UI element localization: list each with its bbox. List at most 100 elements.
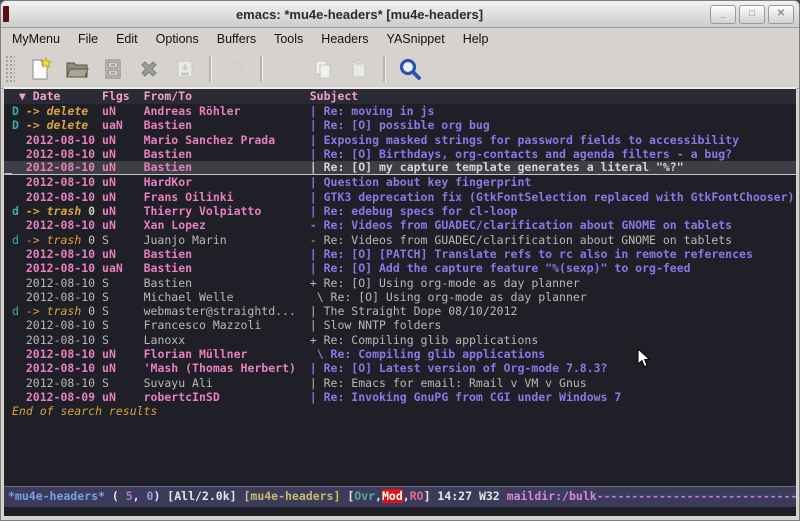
mark-flag — [12, 347, 26, 361]
message-date: 2012-08-10 — [26, 290, 95, 304]
modeline-maildir: maildir:/bulk — [507, 489, 597, 503]
toolbar-grip-handle[interactable] — [5, 55, 15, 83]
message-from: Juanjo Marin — [144, 233, 310, 247]
copy-button[interactable] — [305, 53, 341, 85]
message-date: 2012-08-10 — [26, 190, 95, 204]
modeline-comma-3: , — [403, 489, 410, 503]
message-row[interactable]: 2012-08-10 uN Frans Oilinki | GTK3 depre… — [4, 190, 796, 204]
message-row[interactable]: 2012-08-09 uN robertcInSD | Re: Invoking… — [4, 390, 796, 404]
mark-flag: d — [12, 233, 26, 247]
message-from: Bastien — [144, 276, 310, 290]
minimize-button[interactable]: _ — [710, 5, 736, 24]
message-date: 2012-08-10 — [26, 318, 95, 332]
undo-icon — [224, 57, 248, 81]
menu-item-options[interactable]: Options — [147, 30, 208, 48]
mu4e-headers-buffer[interactable]: ▼ Date Flgs From/To Subject D -> delete … — [4, 87, 796, 516]
message-date: 2012-08-10 — [26, 160, 95, 174]
message-row[interactable]: 2012-08-10 uaN Bastien | Re: [O] Add the… — [4, 261, 796, 275]
message-row[interactable]: 2012-08-10 uN HardKor | Question about k… — [4, 175, 796, 189]
window-controls: _ □ ✕ — [710, 5, 794, 24]
menu-item-buffers[interactable]: Buffers — [208, 30, 265, 48]
message-subject: | GTK3 deprecation fix (GtkFontSelection… — [310, 190, 795, 204]
message-row[interactable]: 2012-08-10 uN Florian Müllner \ Re: Comp… — [4, 347, 796, 361]
new-file-icon — [29, 57, 53, 81]
message-flags: uN — [102, 175, 144, 189]
message-row[interactable]: 2012-08-10 S Francesco Mazzoli | Slow NN… — [4, 318, 796, 332]
message-date: 2012-08-10 — [26, 247, 95, 261]
message-row[interactable]: 2012-08-10 uN 'Mash (Thomas Herbert) | R… — [4, 361, 796, 375]
message-from: Bastien — [144, 247, 310, 261]
mark-count — [95, 133, 102, 147]
menu-item-edit[interactable]: Edit — [107, 30, 147, 48]
kill-buffer-button[interactable] — [131, 53, 167, 85]
message-row[interactable]: d -> trash 0 S Juanjo Marin - Re: Videos… — [4, 233, 796, 247]
message-row[interactable]: 2012-08-10 S Bastien + Re: [O] Using org… — [4, 276, 796, 290]
modeline-open-bracket: [ — [340, 489, 354, 503]
open-file-button[interactable] — [59, 53, 95, 85]
mark-flag — [12, 147, 26, 161]
message-row[interactable]: 2012-08-10 uN Bastien | Re: [O] Birthday… — [4, 147, 796, 161]
message-subject: \ Re: Compiling glib applications — [310, 347, 545, 361]
menu-item-yasnippet[interactable]: YASnippet — [378, 30, 454, 48]
column-subject[interactable]: Subject — [310, 89, 358, 103]
message-subject: - Re: Videos from GUADEC/clarification a… — [310, 218, 732, 232]
mark-flag — [12, 175, 26, 189]
message-flags: uN — [102, 160, 144, 174]
message-flags: uN — [102, 133, 144, 147]
echo-area — [4, 507, 796, 516]
modeline-buffer-size: ) [All/2.0k] — [153, 489, 243, 503]
undo-button[interactable] — [218, 53, 254, 85]
message-subject: | Re: Invoking GnuPG from CGI under Wind… — [310, 390, 622, 404]
search-button[interactable] — [392, 53, 428, 85]
message-row[interactable]: 2012-08-10 S Lanoxx + Re: Compiling glib… — [4, 333, 796, 347]
new-file-button[interactable] — [23, 53, 59, 85]
mark-count — [95, 318, 102, 332]
mode-line[interactable]: *mu4e-headers* ( 5, 0) [All/2.0k] [mu4e-… — [4, 486, 796, 507]
message-date: 2012-08-10 — [26, 175, 95, 189]
column-from[interactable]: From/To — [144, 89, 310, 103]
save-button[interactable] — [167, 53, 203, 85]
close-button[interactable]: ✕ — [768, 5, 794, 24]
menu-item-help[interactable]: Help — [454, 30, 498, 48]
message-from: Florian Müllner — [144, 347, 310, 361]
message-subject: + Re: [O] Using org-mode as day planner — [310, 276, 580, 290]
message-row[interactable]: 2012-08-10 uN Mario Sanchez Prada | Expo… — [4, 133, 796, 147]
message-row[interactable]: D -> delete uN Andreas Röhler | Re: movi… — [4, 104, 796, 118]
paste-button[interactable] — [341, 53, 377, 85]
menu-bar: MyMenuFileEditOptionsBuffersToolsHeaders… — [1, 28, 799, 49]
message-subject: | Re: moving in js — [310, 104, 435, 118]
tool-bar: ✂ — [1, 49, 799, 89]
dired-button[interactable] — [95, 53, 131, 85]
message-flags: uN — [102, 147, 144, 161]
message-row[interactable]: 2012-08-10 uN Xan Lopez - Re: Videos fro… — [4, 218, 796, 232]
modeline-overwrite-indicator: Ovr — [354, 489, 375, 503]
message-row[interactable]: d -> trash 0 uN Thierry Volpiatto | Re: … — [4, 204, 796, 218]
message-from: Andreas Röhler — [144, 104, 310, 118]
message-row[interactable]: 2012-08-10 S Michael Welle \ Re: [O] Usi… — [4, 290, 796, 304]
menu-item-file[interactable]: File — [69, 30, 107, 48]
mark-count — [95, 333, 102, 347]
menu-item-mymenu[interactable]: MyMenu — [3, 30, 69, 48]
menu-item-tools[interactable]: Tools — [265, 30, 312, 48]
message-subject: \ Re: [O] Using org-mode as day planner — [310, 290, 587, 304]
message-subject: | Re: [O] Add the capture feature "%(sex… — [310, 261, 691, 275]
mark-flag — [12, 247, 26, 261]
mark-count — [95, 175, 102, 189]
mark-count — [95, 276, 102, 290]
end-of-results-message: End of search results — [4, 404, 796, 418]
column-flags[interactable]: Flgs — [102, 89, 144, 103]
message-subject: | Slow NNTP folders — [310, 318, 442, 332]
message-row[interactable]: D -> delete uaN Bastien | Re: [O] possib… — [4, 118, 796, 132]
column-date[interactable]: ▼ Date — [12, 89, 102, 103]
titlebar[interactable]: emacs: *mu4e-headers* [mu4e-headers] _ □… — [1, 1, 799, 28]
menu-item-headers[interactable]: Headers — [312, 30, 377, 48]
cut-button[interactable]: ✂ — [269, 53, 305, 85]
message-flags: uN — [102, 204, 144, 218]
message-flags: S — [102, 376, 144, 390]
maximize-button[interactable]: □ — [739, 5, 765, 24]
message-row[interactable]: 2012-08-10 S Suvayu Ali | Re: Emacs for … — [4, 376, 796, 390]
message-row[interactable]: 2012-08-10 uN Bastien | Re: [O] my captu… — [4, 161, 796, 175]
message-flags: uN — [102, 390, 144, 404]
message-row[interactable]: d -> trash 0 S webmaster@straightd... | … — [4, 304, 796, 318]
message-row[interactable]: 2012-08-10 uN Bastien | Re: [O] [PATCH] … — [4, 247, 796, 261]
